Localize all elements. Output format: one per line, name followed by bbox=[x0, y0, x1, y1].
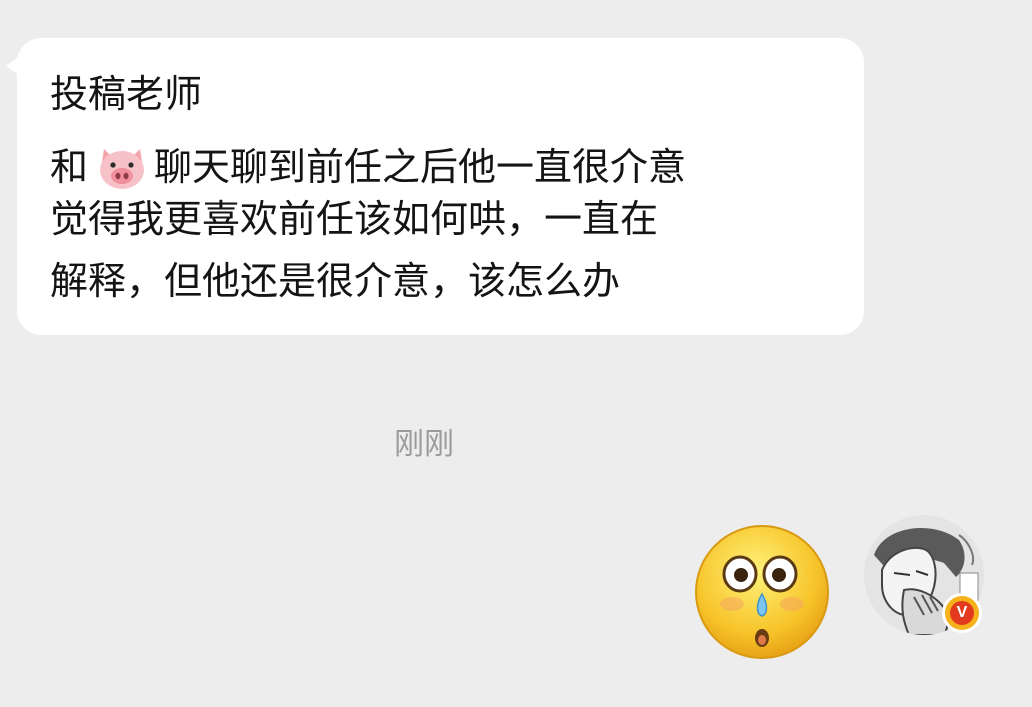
user-avatar[interactable]: V bbox=[864, 515, 986, 637]
message-line-1: 投稿老师 bbox=[50, 72, 203, 116]
shocked-face-sticker[interactable] bbox=[692, 522, 832, 662]
message-line-2: 和 聊天聊到前任之后他一直很介意 bbox=[50, 143, 686, 191]
message-line-2-end: 聊天聊到前任之后他一直很介意 bbox=[154, 145, 687, 189]
verified-badge-icon: V bbox=[942, 593, 982, 633]
message-line-3: 觉得我更喜欢前任该如何哄，一直在 bbox=[50, 197, 659, 241]
message-line-2-start: 和 bbox=[50, 145, 89, 189]
pig-face-icon bbox=[100, 149, 145, 189]
message-timestamp: 刚刚 bbox=[394, 427, 454, 462]
verified-badge-letter: V bbox=[950, 601, 974, 625]
message-line-4: 解释，但他还是很介意，该怎么办 bbox=[50, 259, 621, 303]
